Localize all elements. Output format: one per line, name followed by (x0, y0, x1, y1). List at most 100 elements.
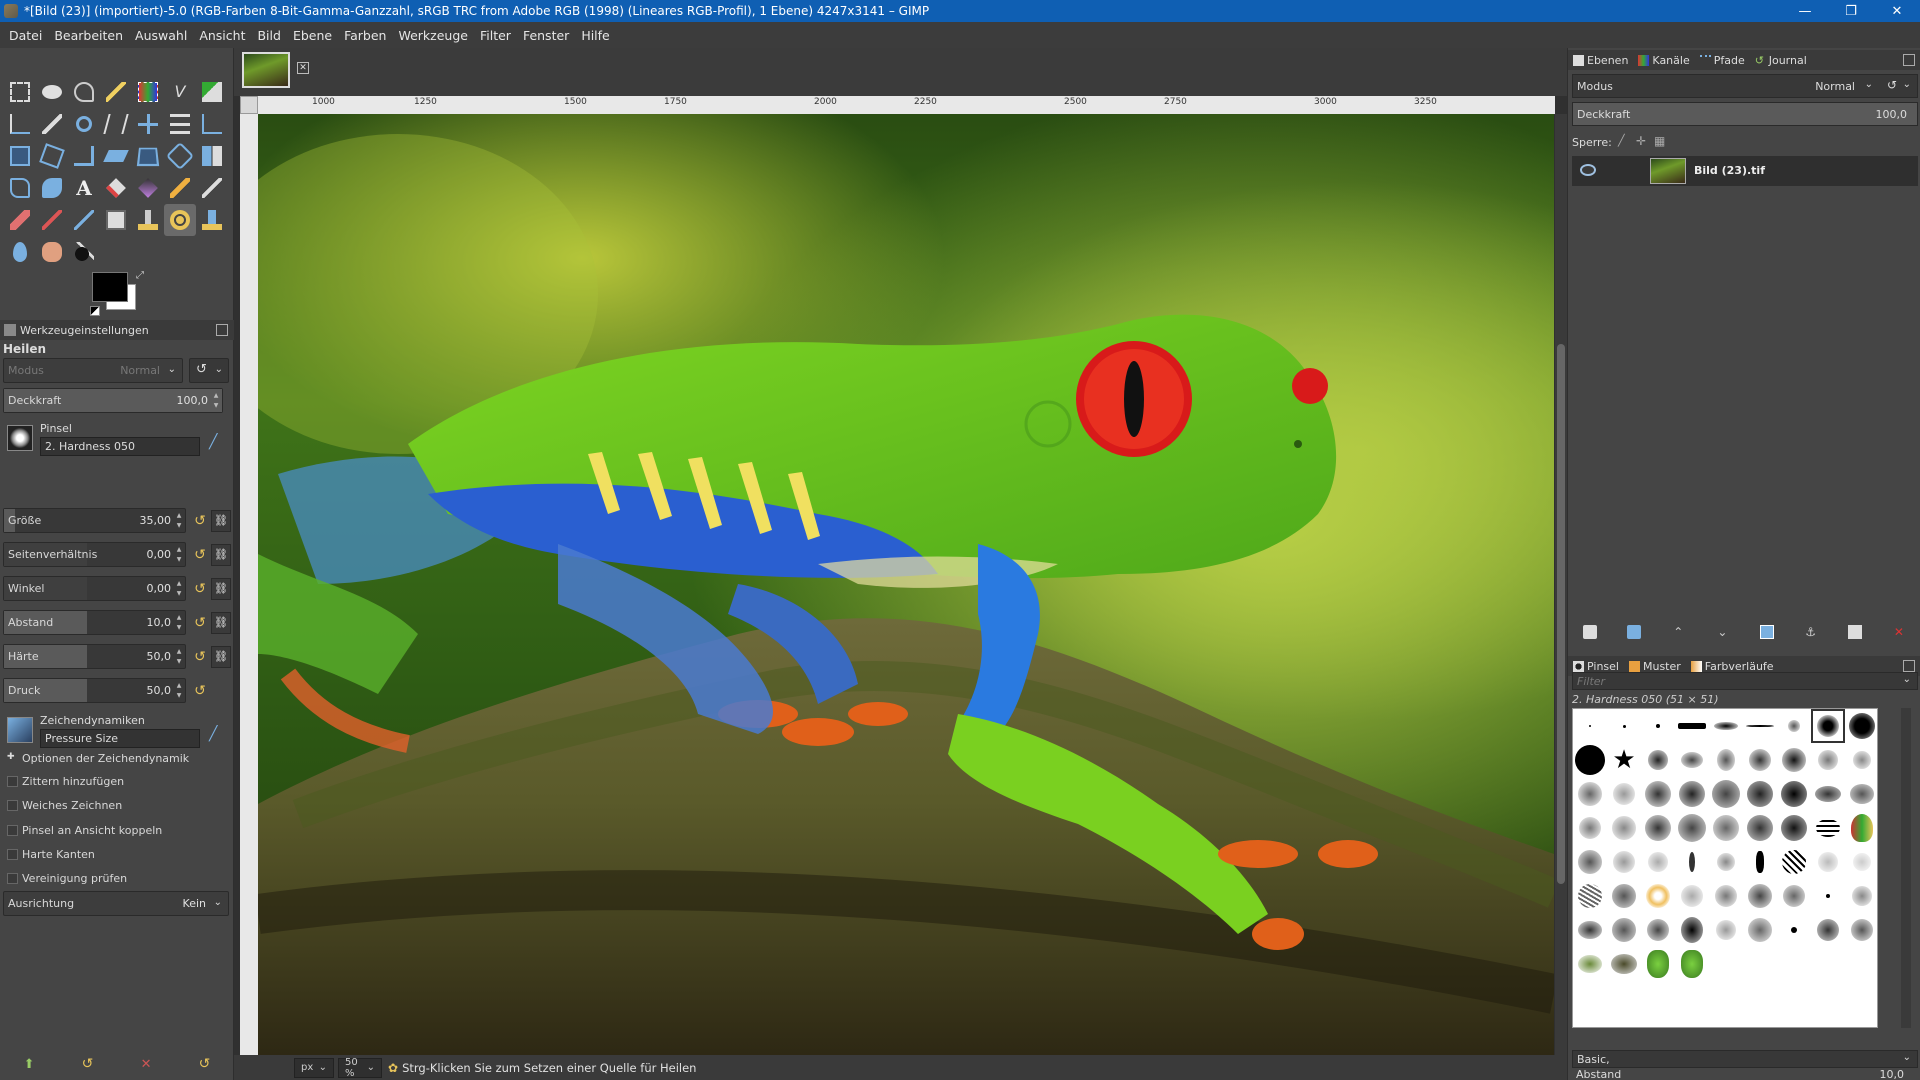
lower-layer-icon[interactable]: ⌄ (1715, 625, 1729, 639)
brush-cell[interactable] (1709, 709, 1743, 743)
spacing-reset-icon[interactable]: ↺ (190, 613, 210, 633)
menu-werkzeuge[interactable]: Werkzeuge (392, 28, 474, 43)
brush-cell[interactable] (1811, 743, 1845, 777)
angle-link-icon[interactable]: ⛓ (211, 578, 231, 600)
brush-cell[interactable] (1675, 845, 1709, 879)
horizontal-ruler[interactable]: 1000 1250 1500 1750 2000 2250 2500 2750 … (258, 96, 1555, 114)
bucket-fill-tool[interactable] (100, 172, 132, 204)
tab-muster[interactable]: Muster (1624, 660, 1686, 673)
force-reset-icon[interactable]: ↺ (190, 681, 210, 701)
size-spin-icon[interactable]: ▲ ▼ (175, 511, 183, 531)
dynamics-preview[interactable] (7, 717, 33, 743)
edit-dynamics-icon[interactable]: ╱ (209, 726, 217, 742)
alignment-select[interactable]: Ausrichtung Kein ⌄ (3, 891, 229, 916)
menu-hilfe[interactable]: Hilfe (575, 28, 615, 43)
brush-cell[interactable] (1675, 709, 1709, 743)
heal-tool[interactable] (164, 204, 196, 236)
jitter-checkbox[interactable] (7, 776, 18, 787)
reset-options-icon[interactable]: ↺ (199, 1056, 211, 1072)
unified-transform-tool[interactable] (4, 140, 36, 172)
composite-reset-icon[interactable]: ↺ (1887, 78, 1897, 92)
dock-config-icon[interactable] (1903, 54, 1915, 66)
brush-cell[interactable] (1573, 947, 1607, 981)
fg-bg-color-swatches[interactable]: ⤢ (90, 270, 146, 316)
layer-row[interactable]: Bild (23).tif (1572, 156, 1918, 186)
shear-tool[interactable] (100, 140, 132, 172)
hardness-slider[interactable]: Härte 50,0 ▲ ▼ (3, 644, 186, 669)
lock-position-icon[interactable]: ✛ (1636, 134, 1646, 148)
brush-cell[interactable] (1743, 777, 1777, 811)
brush-cell[interactable] (1743, 743, 1777, 777)
save-preset-icon[interactable]: ⬆ (24, 1057, 35, 1072)
brush-cell[interactable] (1777, 913, 1811, 947)
foreground-color-swatch[interactable] (92, 272, 128, 302)
force-slider[interactable]: Druck 50,0 ▲ ▼ (3, 678, 186, 703)
sample-merged-checkbox[interactable] (7, 873, 18, 884)
airbrush-tool[interactable] (36, 204, 68, 236)
chain-link-icon[interactable] (1612, 162, 1630, 180)
brush-cell[interactable] (1675, 743, 1709, 777)
duplicate-layer-icon[interactable] (1759, 625, 1774, 639)
vertical-scroll-thumb[interactable] (1557, 344, 1565, 884)
vertical-scrollbar[interactable] (1555, 114, 1567, 1076)
layer-opacity-slider[interactable]: Deckkraft 100,0 (1572, 102, 1918, 126)
brush-cell[interactable] (1709, 845, 1743, 879)
brush-cell[interactable] (1709, 913, 1743, 947)
brush-cell-selected[interactable] (1811, 709, 1845, 743)
brush-cell[interactable] (1607, 811, 1641, 845)
ellipse-select-tool[interactable] (36, 76, 68, 108)
brush-cell[interactable] (1675, 879, 1709, 913)
brush-cell[interactable] (1573, 845, 1607, 879)
delete-layer-icon[interactable]: ✕ (1892, 625, 1906, 639)
foreground-select-tool[interactable] (196, 76, 228, 108)
unit-select[interactable]: px ⌄ (294, 1057, 334, 1078)
menu-auswahl[interactable]: Auswahl (129, 28, 193, 43)
aspect-spin-icon[interactable]: ▲ ▼ (175, 545, 183, 565)
dodge-burn-tool[interactable] (68, 236, 100, 268)
raise-layer-icon[interactable]: ⌃ (1671, 625, 1685, 639)
brush-cell[interactable] (1641, 777, 1675, 811)
brush-cell[interactable] (1641, 879, 1675, 913)
canvas-image[interactable] (258, 114, 1554, 1076)
brush-cell[interactable] (1845, 879, 1877, 913)
mypaint-brush-tool[interactable] (100, 204, 132, 236)
brush-cell[interactable] (1573, 913, 1607, 947)
mode-reset-select[interactable]: ↺ ⌄ (189, 358, 229, 383)
select-by-color-tool[interactable] (132, 76, 164, 108)
rect-select-tool[interactable] (4, 76, 36, 108)
brush-cell[interactable] (1845, 709, 1877, 743)
brush-cell[interactable] (1607, 845, 1641, 879)
edit-brush-icon[interactable]: ╱ (209, 434, 217, 450)
brush-cell[interactable] (1743, 879, 1777, 913)
brush-cell[interactable] (1573, 743, 1607, 777)
blur-sharpen-tool[interactable] (4, 236, 36, 268)
close-button[interactable]: ✕ (1874, 0, 1920, 22)
brush-cell[interactable] (1641, 709, 1675, 743)
menu-ansicht[interactable]: Ansicht (193, 28, 251, 43)
brush-cell[interactable] (1641, 743, 1675, 777)
menu-filter[interactable]: Filter (474, 28, 517, 43)
brush-spacing-slider[interactable]: Abstand 10,0 (1572, 1069, 1918, 1080)
default-colors-icon[interactable] (90, 306, 100, 316)
brush-cell[interactable] (1845, 811, 1877, 845)
brush-cell[interactable] (1573, 879, 1607, 913)
brush-cell[interactable] (1743, 913, 1777, 947)
force-spin-icon[interactable]: ▲ ▼ (175, 681, 183, 701)
brush-cell[interactable] (1641, 913, 1675, 947)
visibility-eye-icon[interactable] (1580, 164, 1596, 176)
dock-config-icon[interactable] (216, 324, 228, 336)
angle-spin-icon[interactable]: ▲ ▼ (175, 579, 183, 599)
cage-transform-tool[interactable] (4, 172, 36, 204)
brush-cell[interactable] (1777, 811, 1811, 845)
brush-cell[interactable] (1709, 743, 1743, 777)
perspective-clone-tool[interactable] (196, 204, 228, 236)
clone-tool[interactable] (132, 204, 164, 236)
brush-cell[interactable] (1811, 879, 1845, 913)
restore-preset-icon[interactable]: ↺ (82, 1056, 94, 1072)
brush-cell[interactable] (1777, 777, 1811, 811)
layer-thumbnail[interactable] (1650, 158, 1686, 184)
brush-cell[interactable] (1641, 811, 1675, 845)
brush-filter-input[interactable]: Filter ⌄ (1572, 672, 1918, 690)
brush-cell[interactable] (1675, 777, 1709, 811)
scissors-select-tool[interactable]: V (164, 76, 196, 108)
